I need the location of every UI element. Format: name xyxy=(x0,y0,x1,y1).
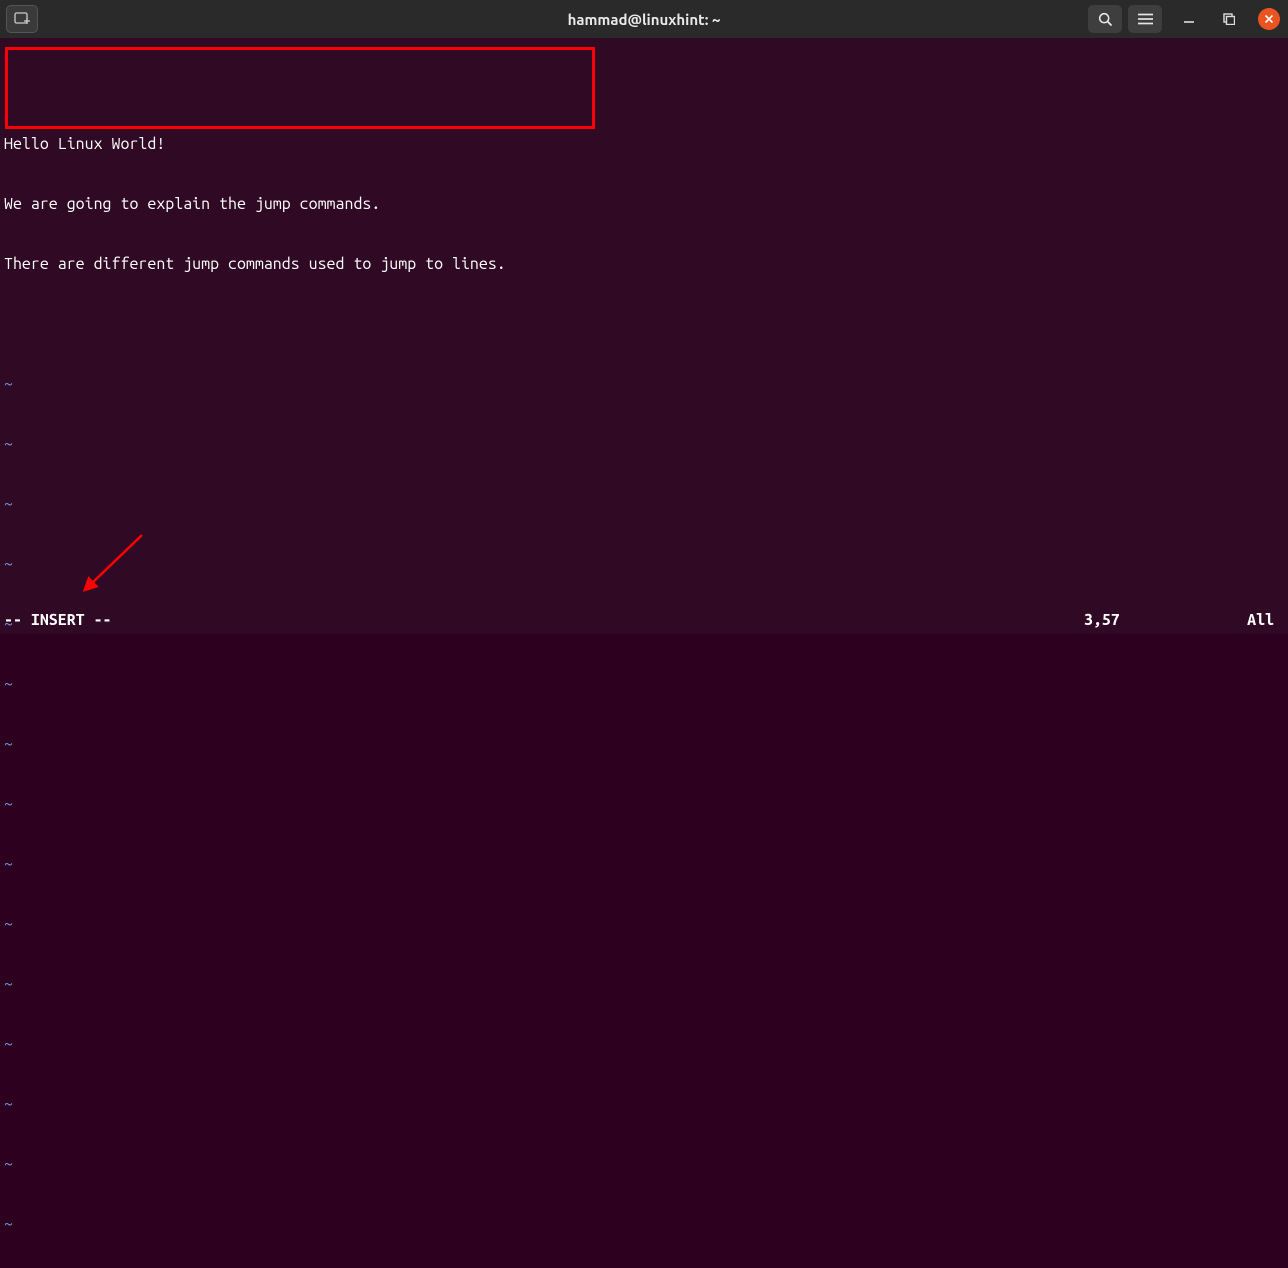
vim-tilde: ~ xyxy=(4,370,1284,390)
vim-tilde: ~ xyxy=(4,550,1284,570)
search-button[interactable] xyxy=(1088,5,1122,33)
vim-tilde: ~ xyxy=(4,730,1284,750)
close-button[interactable] xyxy=(1258,8,1280,30)
menu-button[interactable] xyxy=(1128,5,1162,33)
minimize-button[interactable] xyxy=(1176,6,1202,32)
vim-tilde: ~ xyxy=(4,1030,1284,1050)
vim-tilde: ~ xyxy=(4,910,1284,930)
editor-line: There are different jump commands used t… xyxy=(4,254,1284,274)
titlebar-controls xyxy=(1088,5,1280,33)
vim-tilde: ~ xyxy=(4,1150,1284,1170)
minimize-icon xyxy=(1183,13,1195,25)
window-titlebar: hammad@linuxhint: ~ xyxy=(0,0,1288,38)
vim-mode: -- INSERT -- xyxy=(4,610,112,630)
vim-tilde: ~ xyxy=(4,490,1284,510)
maximize-button[interactable] xyxy=(1216,6,1242,32)
window-title: hammad@linuxhint: ~ xyxy=(568,11,721,28)
view-position: All xyxy=(1234,610,1284,630)
vim-tilde: ~ xyxy=(4,1210,1284,1230)
close-icon xyxy=(1264,14,1274,24)
vim-tilde: ~ xyxy=(4,670,1284,690)
vim-status-bar: -- INSERT -- 3,57 All xyxy=(4,610,1284,630)
cursor-position: 3,57 xyxy=(1084,610,1234,630)
new-tab-button[interactable] xyxy=(6,5,38,33)
vim-tilde: ~ xyxy=(4,1090,1284,1110)
search-icon xyxy=(1098,12,1113,27)
new-tab-icon xyxy=(14,12,30,26)
vim-tilde: ~ xyxy=(4,850,1284,870)
editor-line: We are going to explain the jump command… xyxy=(4,194,1284,214)
vim-tilde: ~ xyxy=(4,430,1284,450)
vim-tilde: ~ xyxy=(4,790,1284,810)
editor-line: Hello Linux World! xyxy=(4,134,1284,154)
terminal-area[interactable]: Hello Linux World! We are going to expla… xyxy=(0,38,1288,634)
maximize-icon xyxy=(1223,13,1235,25)
hamburger-icon xyxy=(1138,13,1153,25)
vim-tilde: ~ xyxy=(4,970,1284,990)
